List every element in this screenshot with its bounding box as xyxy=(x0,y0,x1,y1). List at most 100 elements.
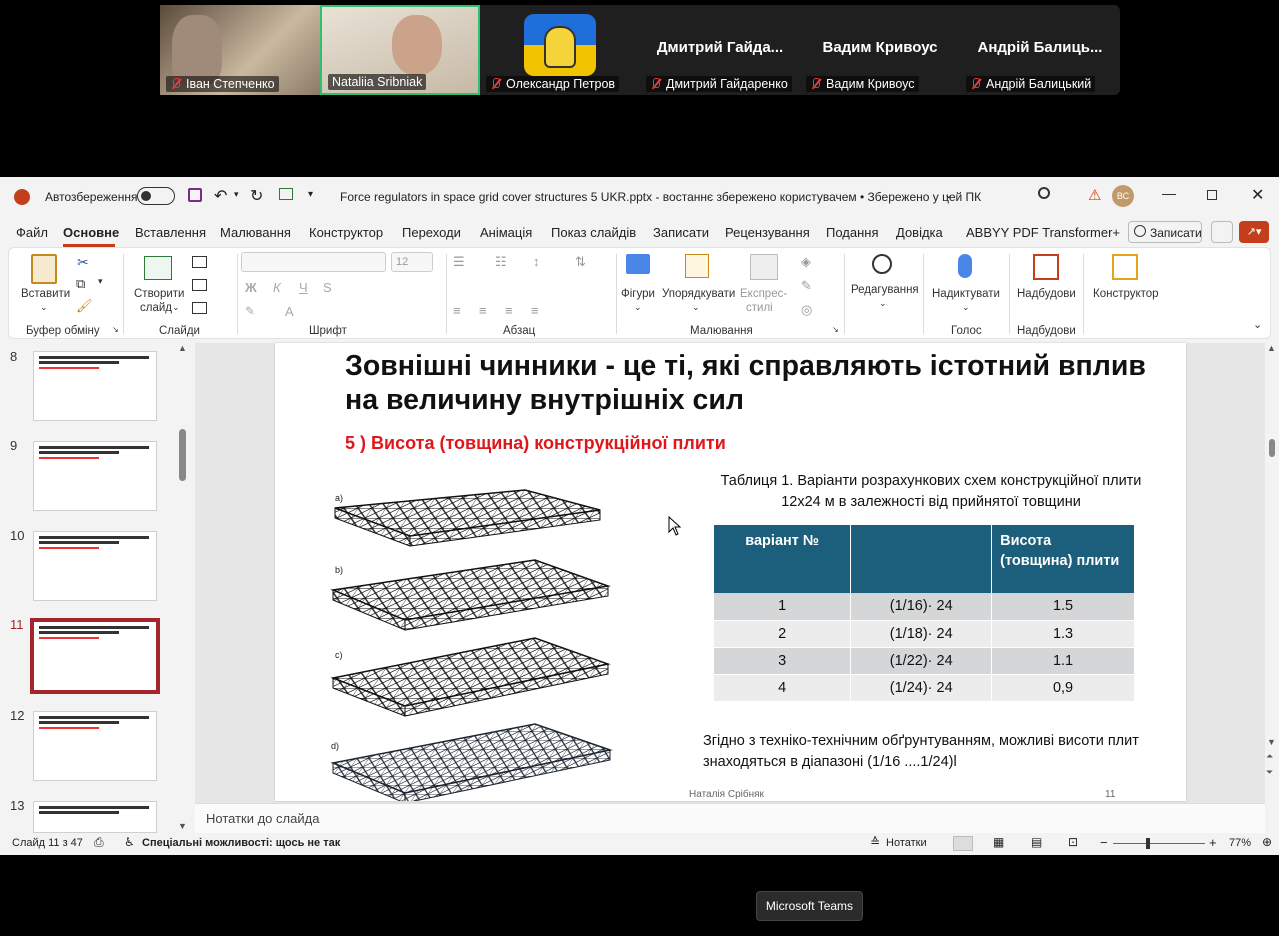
section-icon[interactable] xyxy=(192,302,207,314)
slide[interactable]: Зовнішні чинники - це ті, які справляють… xyxy=(275,343,1186,801)
tab-review[interactable]: Рецензування xyxy=(725,225,810,240)
participant-tile[interactable]: Іван Степченко xyxy=(160,5,320,95)
drawing-launcher-icon[interactable]: ↘ xyxy=(832,325,839,334)
thumbnails-scrollbar[interactable] xyxy=(179,429,186,481)
font-size-select[interactable]: 12 xyxy=(391,252,433,272)
arrange-dropdown-icon[interactable]: ⌄ xyxy=(692,302,700,313)
paste-button[interactable]: Вставити xyxy=(21,288,70,300)
paste-icon[interactable] xyxy=(31,254,57,284)
present-icon[interactable] xyxy=(279,188,293,200)
tab-help[interactable]: Довідка xyxy=(896,225,943,240)
scroll-up-icon[interactable]: ▲ xyxy=(178,343,187,353)
ribbon-collapse-icon[interactable]: ⌄ xyxy=(1253,318,1262,331)
editing-dropdown-icon[interactable]: ⌄ xyxy=(879,298,887,309)
quick-styles-icon[interactable] xyxy=(750,254,778,280)
designer-button[interactable]: Конструктор xyxy=(1093,288,1159,300)
shapes-dropdown-icon[interactable]: ⌄ xyxy=(634,302,642,313)
format-painter-icon[interactable]: 🖌 xyxy=(76,298,93,314)
cut-icon[interactable]: ✂ xyxy=(77,254,89,271)
copy-icon[interactable]: ⧉ xyxy=(76,276,85,292)
slide-thumbnail[interactable] xyxy=(33,801,157,833)
previous-slide-icon[interactable]: ⏶ xyxy=(1266,751,1273,762)
tab-insert[interactable]: Вставлення xyxy=(135,225,206,240)
minimize-icon[interactable]: — xyxy=(1162,185,1176,201)
record-button[interactable]: Записати xyxy=(1128,221,1202,243)
slide-thumbnail[interactable] xyxy=(33,441,157,511)
comments-icon[interactable] xyxy=(1211,221,1233,243)
highlight-icon[interactable]: ✎ xyxy=(245,304,255,318)
zoom-slider[interactable] xyxy=(1113,843,1205,844)
slide-thumbnail[interactable] xyxy=(33,711,157,781)
align-right-icon[interactable]: ≡ xyxy=(505,303,513,318)
participant-tile[interactable]: Олександр Петров xyxy=(480,5,640,95)
layout-icon[interactable] xyxy=(192,256,207,268)
clipboard-launcher-icon[interactable]: ↘ xyxy=(112,325,119,334)
normal-view-button[interactable] xyxy=(953,836,973,851)
next-slide-icon[interactable]: ⏷ xyxy=(1266,767,1273,778)
dictate-dropdown-icon[interactable]: ⌄ xyxy=(962,302,970,313)
editing-button[interactable]: Редагування xyxy=(851,284,919,296)
shadow-button[interactable]: S xyxy=(323,280,332,295)
participant-tile[interactable]: Вадим Кривоус Вадим Кривоус xyxy=(800,5,960,95)
scroll-down-icon[interactable]: ▼ xyxy=(178,821,187,831)
underline-button[interactable]: Ч xyxy=(299,280,308,295)
chevron-down-icon[interactable]: ⌄ xyxy=(944,188,953,201)
spellcheck-icon[interactable]: ⎙ xyxy=(94,835,104,850)
zoom-out-button[interactable]: − xyxy=(1100,835,1108,850)
participant-tile[interactable]: Андрій Балиць... Андрій Балицький xyxy=(960,5,1120,95)
participant-tile[interactable]: Дмитрий Гайда... Дмитрий Гайдаренко xyxy=(640,5,800,95)
new-slide-icon[interactable] xyxy=(144,256,172,280)
slide-scroll-down-icon[interactable]: ▼ xyxy=(1267,737,1276,747)
zoom-level[interactable]: 77% xyxy=(1229,837,1251,849)
slide-sorter-icon[interactable]: ▦ xyxy=(993,835,1004,849)
slide-scrollbar[interactable] xyxy=(1269,439,1275,457)
shapes-icon[interactable] xyxy=(626,254,650,274)
undo-dropdown-icon[interactable]: ▾ xyxy=(234,189,239,200)
font-color-icon[interactable]: A xyxy=(285,304,294,319)
shape-outline-icon[interactable]: ✎ xyxy=(801,278,812,294)
slideshow-icon[interactable]: ⊡ xyxy=(1068,835,1078,849)
accessibility-status[interactable]: Спеціальні можливості: щось не так xyxy=(142,837,340,849)
italic-button[interactable]: К xyxy=(273,280,281,295)
quick-styles-button-line2[interactable]: стилі xyxy=(746,302,773,314)
search-icon[interactable] xyxy=(1038,187,1050,199)
new-slide-dropdown-icon[interactable]: ⌄ xyxy=(172,302,180,313)
conclusion-text[interactable]: Згідно з техніко-технічним обґрунтування… xyxy=(703,731,1143,773)
numbering-icon[interactable]: ☷ xyxy=(495,254,507,270)
fit-to-window-icon[interactable]: ⊕ xyxy=(1262,835,1272,849)
copy-dropdown-icon[interactable]: ▾ xyxy=(98,276,103,287)
addins-button[interactable]: Надбудови xyxy=(1017,288,1076,300)
notes-toggle-button[interactable]: Нотатки xyxy=(886,837,927,849)
zoom-slider-thumb[interactable] xyxy=(1146,838,1150,849)
variants-table[interactable]: варіант № Висота (товщина) плити 1 (1/16… xyxy=(714,525,1135,702)
notes-pane[interactable]: Нотатки до слайда xyxy=(195,803,1265,833)
slide-thumbnail[interactable] xyxy=(33,531,157,601)
zoom-in-button[interactable]: + xyxy=(1209,835,1217,850)
table-caption[interactable]: Таблиця 1. Варіанти розрахункових схем к… xyxy=(711,471,1151,513)
tab-slideshow[interactable]: Показ слайдів xyxy=(551,225,636,240)
participant-tile-active[interactable]: Nataliia Sribniak xyxy=(320,5,480,95)
user-avatar[interactable]: ВС xyxy=(1112,185,1134,207)
align-center-icon[interactable]: ≡ xyxy=(479,303,487,318)
tab-animations[interactable]: Анімація xyxy=(480,225,532,240)
close-icon[interactable]: ✕ xyxy=(1251,185,1264,205)
addins-icon[interactable] xyxy=(1033,254,1059,280)
tab-view[interactable]: Подання xyxy=(826,225,879,240)
redo-icon[interactable]: ↻ xyxy=(250,186,263,206)
arrange-button[interactable]: Упорядкувати xyxy=(662,288,735,300)
tab-transitions[interactable]: Переходи xyxy=(402,225,461,240)
bold-button[interactable]: Ж xyxy=(245,280,257,295)
slide-counter[interactable]: Слайд 11 з 47 xyxy=(12,837,83,849)
slide-thumbnail-active[interactable] xyxy=(30,618,160,694)
line-spacing-icon[interactable]: ↕ xyxy=(533,254,540,269)
restore-icon[interactable] xyxy=(1207,190,1217,200)
designer-icon[interactable] xyxy=(1112,254,1138,280)
quick-styles-button[interactable]: Експрес- xyxy=(740,288,787,300)
customize-toolbar-icon[interactable]: ▾ xyxy=(308,189,313,200)
warning-icon[interactable]: ⚠ xyxy=(1088,186,1101,204)
new-slide-button-line2[interactable]: слайд xyxy=(140,302,172,314)
reset-icon[interactable] xyxy=(192,279,207,291)
save-icon[interactable] xyxy=(188,188,202,202)
shape-fill-icon[interactable]: ◈ xyxy=(801,254,811,270)
accessibility-icon[interactable]: ♿ xyxy=(124,835,135,849)
